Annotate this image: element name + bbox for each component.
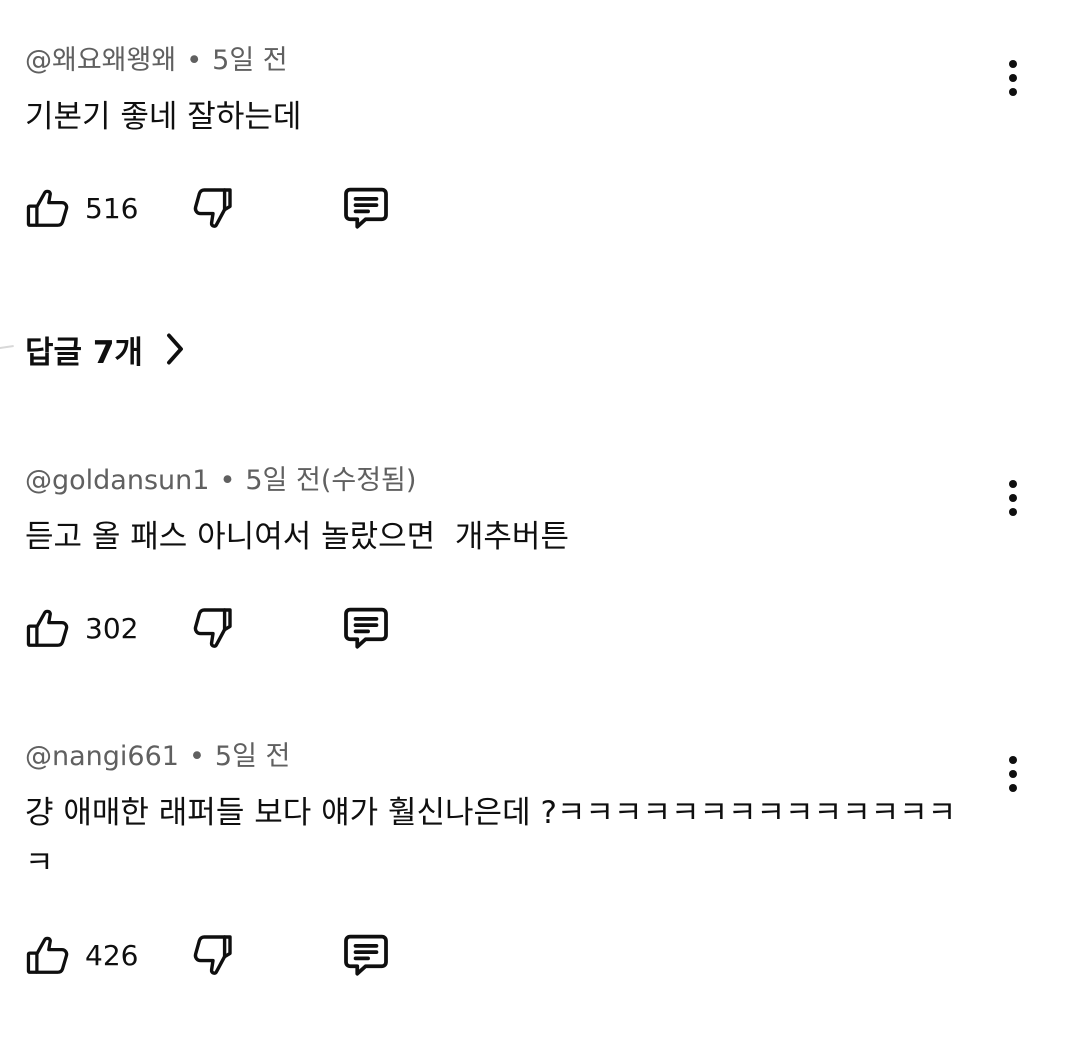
more-dot (1009, 60, 1017, 68)
comment-text: 기본기 좋네 잘하는데 (25, 99, 302, 135)
comment-actions: 302 (25, 602, 425, 654)
view-replies-button[interactable]: 답글 7개 (25, 326, 189, 372)
thumbs-down-icon (193, 608, 232, 648)
dislike-button[interactable] (191, 182, 239, 234)
comment-time: 5일 전(수정됨) (245, 465, 417, 496)
thumbs-up-icon (26, 189, 69, 227)
dislike-button[interactable] (191, 602, 239, 654)
comment-actions: 516 (25, 182, 425, 234)
comment-text: 걍 애매한 래퍼들 보다 얘가 훨신나은데 ?ㅋㅋㅋㅋㅋㅋㅋㅋㅋㅋㅋㅋㅋㅋㅋ (25, 795, 957, 881)
reply-button[interactable] (341, 929, 391, 981)
more-dot (1009, 74, 1017, 82)
comment-meta: @nangi661 • 5일 전 (25, 740, 290, 774)
like-button[interactable]: 516 (25, 182, 138, 234)
meta-separator: • (188, 741, 205, 772)
comment-text: 듣고 올 패스 아니여서 놀랐으면 개추버튼 (25, 519, 569, 555)
thread-line (0, 345, 15, 353)
thumbs-down-icon (193, 188, 232, 228)
comment-author[interactable]: @goldansun1 (25, 465, 209, 496)
comment-item: @왜요왜왱왜 • 5일 전 기본기 좋네 잘하는데 516 (25, 44, 1086, 244)
meta-separator: • (219, 465, 236, 496)
comment-icon (344, 934, 388, 976)
dislike-button[interactable] (191, 929, 239, 981)
thumbs-up-icon (26, 936, 69, 974)
more-dot (1009, 88, 1017, 96)
like-button[interactable]: 426 (25, 929, 138, 981)
more-options-button[interactable] (1000, 754, 1026, 794)
meta-separator: • (186, 45, 203, 76)
reply-button[interactable] (341, 182, 391, 234)
more-dot (1009, 784, 1017, 792)
comment-author[interactable]: @nangi661 (25, 741, 179, 772)
more-dot (1009, 770, 1017, 778)
more-dot (1009, 480, 1017, 488)
like-count: 302 (85, 611, 139, 645)
comment-time: 5일 전 (214, 741, 291, 772)
thumbs-up-icon (26, 609, 69, 647)
comment-author[interactable]: @왜요왜왱왜 (25, 45, 176, 76)
comment-meta: @goldansun1 • 5일 전(수정됨) (25, 464, 416, 498)
thumbs-down-icon (193, 935, 232, 975)
more-dot (1009, 508, 1017, 516)
more-options-button[interactable] (1000, 58, 1026, 98)
more-dot (1009, 756, 1017, 764)
comment-item: @goldansun1 • 5일 전(수정됨) 듣고 올 패스 아니여서 놀랐으면 … (25, 464, 1086, 664)
replies-count-label: 답글 7개 (25, 334, 143, 371)
reply-button[interactable] (341, 602, 391, 654)
comment-icon (344, 187, 388, 229)
chevron-right-icon (166, 333, 183, 365)
like-button[interactable]: 302 (25, 602, 138, 654)
comment-item: @nangi661 • 5일 전 걍 애매한 래퍼들 보다 얘가 훨신나은데 ?ㅋㅋ… (25, 740, 1086, 1000)
comment-time: 5일 전 (212, 45, 288, 76)
more-options-button[interactable] (1000, 478, 1026, 518)
comment-actions: 426 (25, 929, 425, 981)
comment-icon (344, 607, 388, 649)
like-count: 516 (85, 191, 139, 225)
comment-meta: @왜요왜왱왜 • 5일 전 (25, 44, 288, 78)
like-count: 426 (85, 938, 139, 972)
more-dot (1009, 494, 1017, 502)
